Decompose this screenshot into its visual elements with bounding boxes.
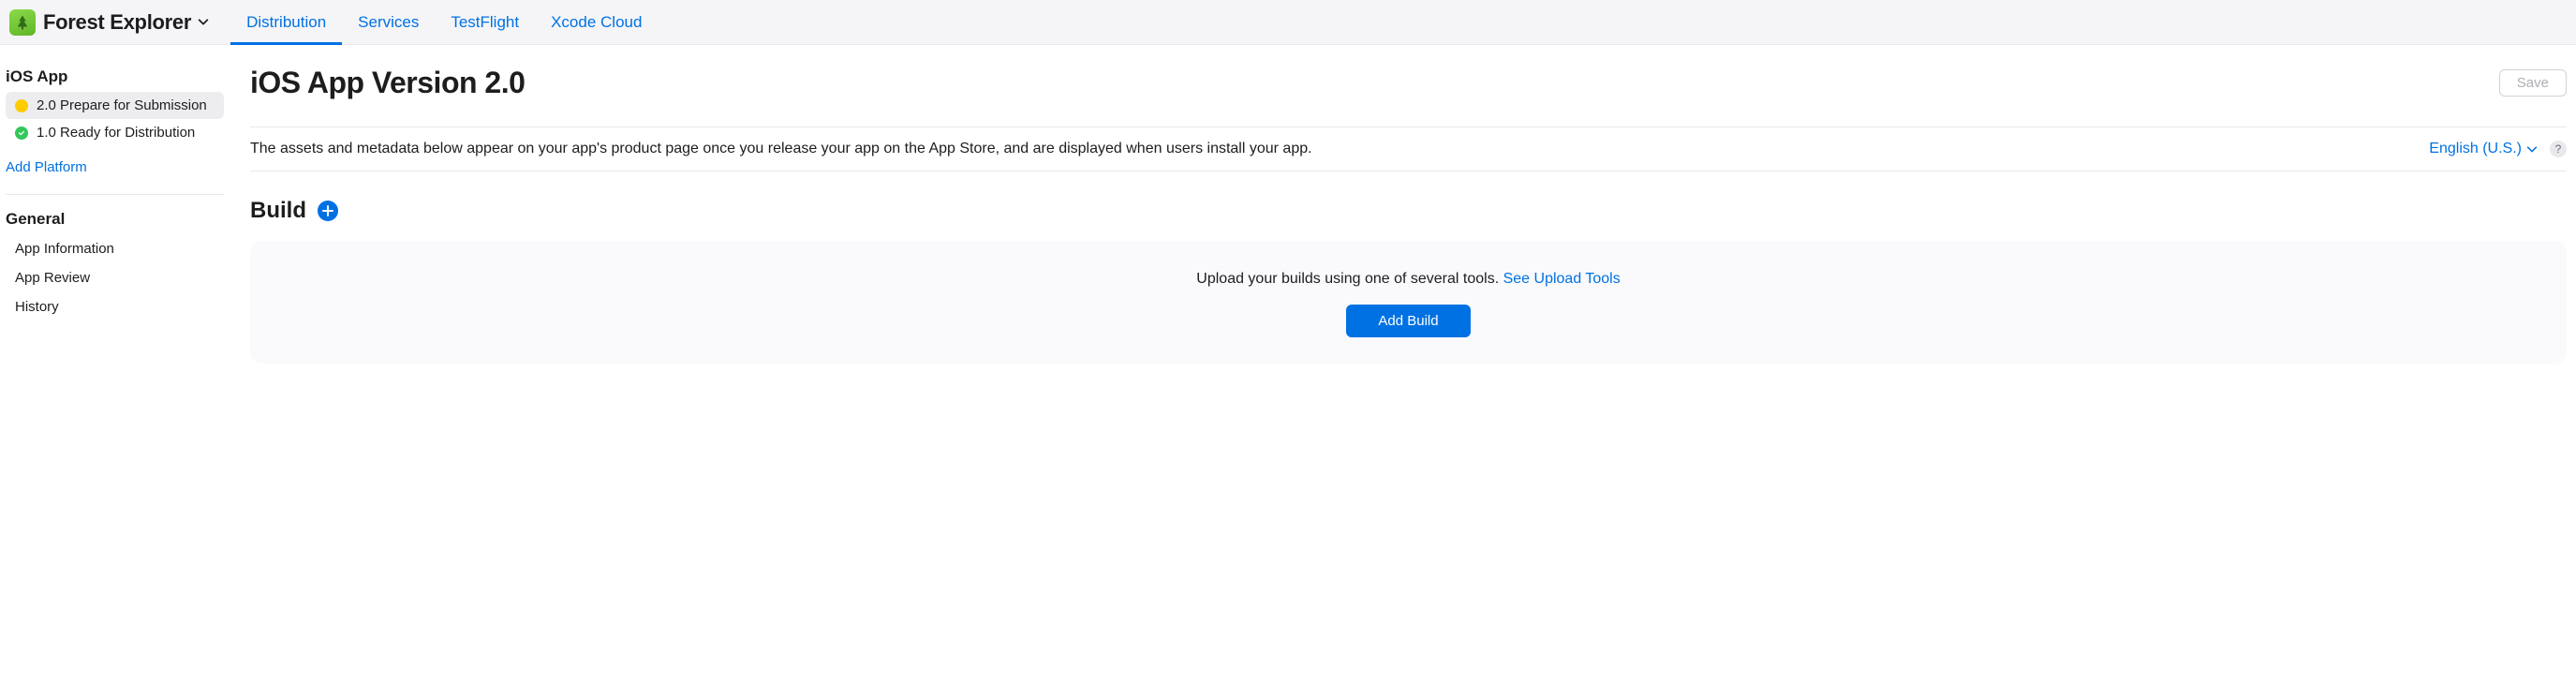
sidebar-item-history[interactable]: History (6, 292, 224, 321)
tab-distribution[interactable]: Distribution (230, 0, 342, 45)
tab-services[interactable]: Services (342, 0, 435, 45)
main-content: iOS App Version 2.0 Save The assets and … (229, 45, 2576, 364)
sidebar-item-label: 2.0 Prepare for Submission (37, 97, 207, 113)
sidebar-version-item[interactable]: 2.0 Prepare for Submission (6, 92, 224, 119)
sidebar-divider (6, 194, 224, 195)
page-description: The assets and metadata below appear on … (250, 141, 1312, 157)
help-icon[interactable]: ? (2550, 141, 2567, 157)
sidebar-version-item[interactable]: 1.0 Ready for Distribution (6, 119, 224, 146)
build-panel: Upload your builds using one of several … (250, 241, 2567, 364)
build-heading: Build (250, 198, 306, 224)
build-upload-text: Upload your builds using one of several … (269, 271, 2548, 288)
top-tabs: Distribution Services TestFlight Xcode C… (230, 0, 658, 45)
sidebar-platform-heading: iOS App (6, 67, 224, 92)
status-pending-icon (15, 99, 28, 112)
add-platform-link[interactable]: Add Platform (6, 146, 224, 175)
tab-xcode-cloud[interactable]: Xcode Cloud (535, 0, 658, 45)
sidebar-item-label: 1.0 Ready for Distribution (37, 125, 195, 141)
add-build-button[interactable]: Add Build (1346, 305, 1470, 337)
app-name: Forest Explorer (43, 10, 191, 35)
chevron-down-icon (197, 14, 210, 33)
sidebar: iOS App 2.0 Prepare for Submission 1.0 R… (0, 45, 229, 364)
app-switcher[interactable]: Forest Explorer (43, 10, 210, 35)
app-icon (9, 9, 36, 36)
save-button[interactable]: Save (2499, 69, 2567, 97)
header: Forest Explorer Distribution Services Te… (0, 0, 2576, 45)
see-upload-tools-link[interactable]: See Upload Tools (1503, 271, 1621, 287)
sidebar-item-app-review[interactable]: App Review (6, 263, 224, 292)
sidebar-item-app-information[interactable]: App Information (6, 234, 224, 263)
tab-testflight[interactable]: TestFlight (435, 0, 535, 45)
add-build-icon[interactable] (318, 201, 338, 221)
status-ready-icon (15, 127, 28, 140)
page-title: iOS App Version 2.0 (250, 66, 525, 100)
language-selector[interactable]: English (U.S.) (2429, 141, 2539, 157)
sidebar-general-heading: General (6, 210, 224, 234)
